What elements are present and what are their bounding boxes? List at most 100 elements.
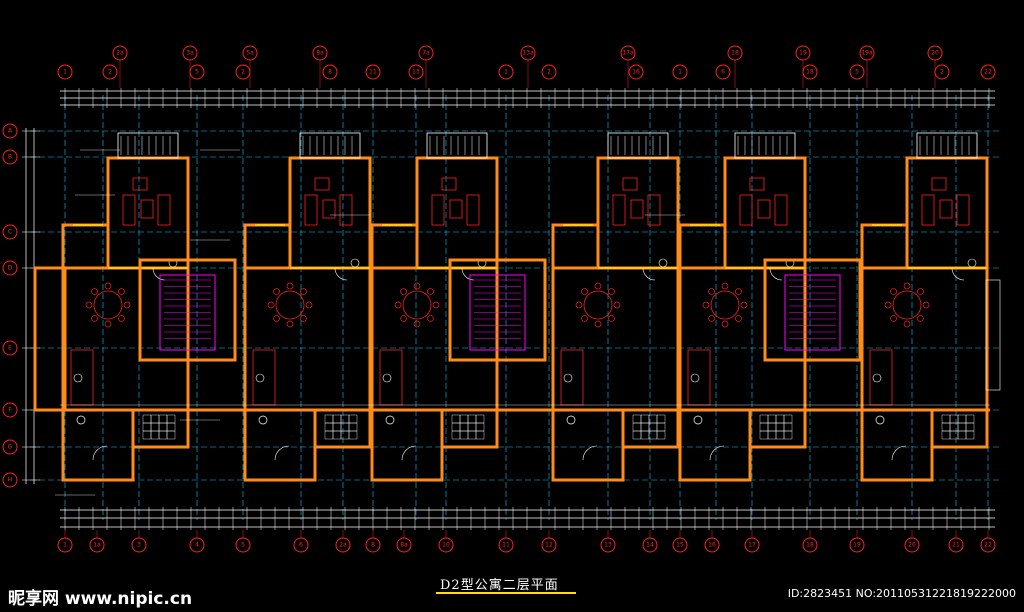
armchair	[622, 177, 638, 191]
bath-tile	[759, 414, 769, 424]
bath-tile	[656, 422, 666, 432]
bath-tile	[459, 422, 469, 432]
bath-tile	[158, 414, 168, 424]
axis-label: 21	[952, 542, 960, 549]
dining-chair	[427, 315, 434, 322]
bath-tile	[941, 422, 951, 432]
bath-tile	[459, 414, 469, 424]
door-arc	[769, 267, 783, 281]
armchair	[132, 177, 148, 191]
axis-label: 6	[721, 69, 725, 76]
axis-label: 17	[748, 542, 756, 549]
dining-chair	[613, 301, 621, 309]
dining-chair	[427, 288, 434, 295]
axis-label: E	[8, 345, 12, 352]
axis-label: 11	[502, 542, 510, 549]
axis-label: 22	[984, 542, 992, 549]
sofa	[339, 194, 353, 226]
dining-chair	[708, 315, 715, 322]
bath-tile	[475, 414, 485, 424]
door-arc	[461, 267, 475, 281]
armchair	[441, 177, 457, 191]
axis-label: 8	[328, 69, 332, 76]
axis-label: 18	[806, 69, 814, 76]
wall	[860, 223, 909, 270]
dining-chair	[735, 288, 742, 295]
wall	[61, 223, 110, 270]
dining-chair	[267, 301, 275, 309]
axis-label: 5	[195, 69, 199, 76]
axis-label: 8	[371, 542, 375, 549]
sofa	[466, 194, 480, 226]
dining-chair	[118, 315, 125, 322]
bath-tile	[451, 422, 461, 432]
bath-tile	[949, 414, 959, 424]
bath-tile	[158, 430, 168, 440]
axis-label: 20	[931, 50, 939, 57]
wall	[131, 408, 190, 449]
dining-chair	[91, 315, 98, 322]
dining-chair	[413, 282, 421, 290]
balcony	[117, 132, 179, 159]
room-tag	[350, 258, 360, 268]
bath-tile	[348, 414, 358, 424]
dining-chair	[608, 288, 615, 295]
bath-tile	[656, 430, 666, 440]
room-tag	[382, 373, 392, 383]
axis-label: 5a	[246, 50, 254, 57]
coffee-table	[140, 199, 154, 219]
dining-chair	[575, 301, 583, 309]
wall	[61, 408, 135, 482]
bath-tile	[451, 430, 461, 440]
fixture	[566, 415, 576, 425]
dining-chair	[594, 282, 602, 290]
bath-tile	[783, 422, 793, 432]
dining-chair	[91, 288, 98, 295]
bath-tile	[941, 414, 951, 424]
bath-tile	[767, 422, 777, 432]
wall	[61, 266, 190, 412]
dining-chair	[708, 288, 715, 295]
wall	[596, 156, 680, 270]
dining-chair	[702, 301, 710, 309]
axis-label: 1a	[93, 542, 101, 549]
axis-label: 2a	[339, 542, 347, 549]
bath-tile	[150, 414, 160, 424]
bath-tile	[632, 422, 642, 432]
bath-tile	[656, 414, 666, 424]
bath-tile	[166, 430, 176, 440]
sofa	[122, 194, 136, 226]
dining-chair	[917, 315, 924, 322]
bath-tile	[324, 430, 334, 440]
door-arc	[891, 445, 907, 461]
bath-tile	[775, 422, 785, 432]
axis-label: 22	[984, 69, 992, 76]
sofa	[774, 194, 788, 226]
axis-label: 2	[547, 69, 551, 76]
axis-label: 13	[412, 69, 420, 76]
bath-tile	[775, 430, 785, 440]
sofa	[157, 194, 171, 226]
wall	[243, 408, 317, 482]
wall	[678, 223, 727, 270]
bath-tile	[142, 422, 152, 432]
bath-tile	[166, 414, 176, 424]
axis-label: 14	[646, 542, 654, 549]
wall	[370, 223, 419, 270]
dining-table	[892, 290, 922, 320]
wall	[678, 408, 752, 482]
door-arc	[152, 267, 166, 281]
axis-label: 2a	[116, 50, 124, 57]
room-tag	[690, 373, 700, 383]
door-arc	[334, 267, 348, 281]
axis-label: 19	[853, 542, 861, 549]
bath-tile	[459, 430, 469, 440]
door-arc	[582, 445, 598, 461]
wall	[370, 266, 499, 412]
dining-chair	[394, 301, 402, 309]
wall	[551, 408, 625, 482]
bath-tile	[767, 414, 777, 424]
room-tag	[658, 258, 668, 268]
axis-label: 8a	[316, 50, 324, 57]
bath-tile	[324, 414, 334, 424]
